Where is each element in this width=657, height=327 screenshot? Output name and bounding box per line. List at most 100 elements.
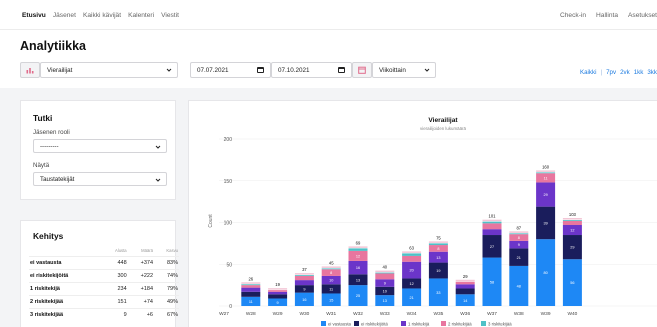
bars-layer: 11 26 9 19 16 9 37 15 11 10 8 45 25 13 16 12 69 13 10 9 40 21… <box>241 164 582 306</box>
row-change: +184 <box>127 282 154 296</box>
period-link-1kk[interactable]: 1kk <box>634 69 644 76</box>
segment-label: 8 <box>437 247 439 251</box>
x-tick-label: W31 <box>326 311 336 317</box>
nav-check-in[interactable]: Check-in <box>560 12 586 19</box>
bar-segment <box>455 281 475 285</box>
bar-segment <box>482 221 502 224</box>
segment-label: 21 <box>409 296 413 300</box>
x-tick-label: W29 <box>273 311 283 317</box>
total-label: 63 <box>409 245 414 250</box>
calendar-icon[interactable] <box>338 67 345 73</box>
legend-entry: 2 riskitekijää <box>448 322 472 327</box>
total-label: 160 <box>542 164 550 169</box>
y-tick-label: 100 <box>224 221 233 227</box>
x-tick-label: W28 <box>246 311 256 317</box>
nav-viestit[interactable]: Viestit <box>161 12 179 19</box>
nav-hallinta[interactable]: Hallinta <box>596 12 618 19</box>
calendar-icon[interactable] <box>257 67 264 73</box>
bar-cap <box>509 231 529 233</box>
table-row: ei vastausta 448 +374 83% <box>29 256 179 270</box>
role-select[interactable]: --------- <box>33 139 167 153</box>
metric-select[interactable]: Vierailijat <box>40 62 178 78</box>
segment-label: 39 <box>543 222 547 226</box>
main-nav: Etusivu Jäsenet Kaikki kävijät Kalenteri… <box>22 12 179 19</box>
bar-cap <box>402 251 422 253</box>
bar-segment <box>455 284 475 289</box>
y-tick-label: 50 <box>226 262 232 268</box>
chevron-down-icon <box>166 68 172 72</box>
segment-label: 20 <box>409 269 413 273</box>
bar-segment <box>294 275 314 276</box>
bar-segment <box>241 291 261 297</box>
period-link-2vk[interactable]: 2vk <box>620 69 630 76</box>
chevron-down-icon <box>155 145 161 149</box>
grouping-select[interactable]: Viikoittain <box>372 62 436 78</box>
bar-segment <box>375 272 395 274</box>
total-label: 29 <box>463 274 468 279</box>
bar-cap <box>321 266 341 268</box>
x-tick-label: W32 <box>353 311 363 317</box>
segment-label: 19 <box>436 269 440 273</box>
y-tick-label: 0 <box>229 304 232 310</box>
nav-jasenet[interactable]: Jäsenet <box>53 12 76 19</box>
show-select[interactable]: Taustatekijät <box>33 172 167 186</box>
table-row: 3 riskitekijää 9 +6 67% <box>29 308 179 321</box>
segment-label: 12 <box>570 229 574 233</box>
bar-segment <box>509 233 529 235</box>
period-link-3kk[interactable]: 3kk <box>647 69 657 76</box>
top-navigation: Etusivu Jäsenet Kaikki kävijät Kalenteri… <box>0 0 657 30</box>
grouping-select-value: Viikoittain <box>379 66 406 74</box>
chevron-down-icon <box>155 178 161 182</box>
bar-cap <box>348 246 368 248</box>
metric-select-value: Vierailijat <box>47 66 73 74</box>
nav-etusivu[interactable]: Etusivu <box>22 12 46 19</box>
segment-label: 13 <box>383 299 387 303</box>
bar-chart-icon <box>26 68 34 74</box>
row-growth: 67% <box>154 308 179 321</box>
total-label: 75 <box>436 235 441 240</box>
segment-label: 11 <box>329 287 333 291</box>
legend-entry: 3 riskitekijää <box>488 322 512 327</box>
legend-swatch <box>321 321 326 326</box>
bar-segment <box>348 248 368 251</box>
segment-label: 9 <box>518 243 520 247</box>
x-axis-labels: W27 W28 W29 W30 W31 W32 W33 W34 W35 W36 W37 W38 W39 W… <box>219 311 578 317</box>
legend-entry: 1 riskitekijä <box>408 322 430 327</box>
row-label: ei riskitekijöitä <box>29 269 103 283</box>
row-label: ei vastausta <box>29 256 103 270</box>
date-to-input[interactable]: 07.10.2021 <box>271 62 352 78</box>
segment-label: 29 <box>570 246 574 250</box>
nav-asetukset[interactable]: Asetukset <box>628 12 657 19</box>
segment-label: 16 <box>302 298 306 302</box>
table-row: 1 riskitekijä 234 +184 79% <box>29 282 179 296</box>
date-from-input[interactable]: 07.07.2021 <box>190 62 271 78</box>
bar-segment <box>321 268 341 270</box>
segment-label: 8 <box>518 236 520 240</box>
period-links: Kaikki | 7pv 2vk 1kk 3kk <box>580 69 657 76</box>
legend-entry: ei riskitekijöitä <box>361 322 388 327</box>
segment-label: 48 <box>517 285 521 289</box>
grouping-icon-button[interactable] <box>352 62 372 78</box>
show-label: Näytä <box>33 162 50 169</box>
nav-kalenteri[interactable]: Kalenteri <box>128 12 154 19</box>
row-label: 2 riskitekijää <box>29 295 103 309</box>
row-growth: 79% <box>154 282 179 296</box>
segment-label: 11 <box>249 300 253 304</box>
period-link-kaikki[interactable]: Kaikki <box>580 69 597 76</box>
bar-segment <box>402 255 422 262</box>
legend-swatch <box>354 321 359 326</box>
x-tick-label: W35 <box>433 311 443 317</box>
segment-label: 33 <box>436 291 440 295</box>
period-link-7pv[interactable]: 7pv <box>606 69 616 76</box>
chart-type-button[interactable] <box>20 62 40 78</box>
date-from-value: 07.07.2021 <box>197 66 229 74</box>
row-start: 234 <box>102 282 128 296</box>
x-tick-label: W33 <box>380 311 390 317</box>
row-change: +222 <box>127 269 154 283</box>
segment-label: 10 <box>329 279 333 283</box>
bar-cap <box>241 282 261 284</box>
segment-label: 58 <box>490 280 494 284</box>
nav-kaikki-kavijat[interactable]: Kaikki kävijät <box>83 12 121 19</box>
bar-cap <box>562 217 582 220</box>
bar-cap <box>294 273 314 275</box>
